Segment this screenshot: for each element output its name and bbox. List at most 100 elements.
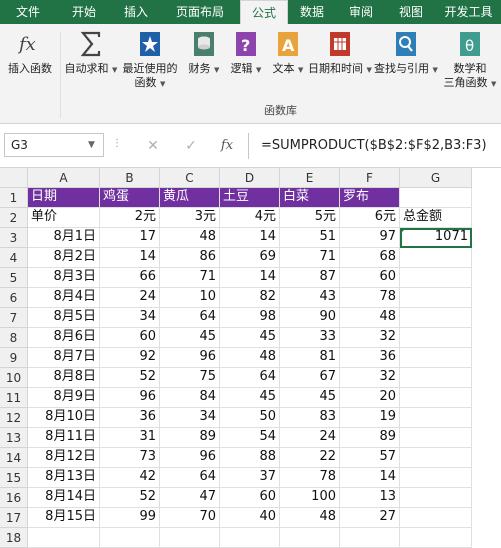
cell-f13[interactable]: 89 bbox=[340, 428, 400, 448]
date-time-button[interactable]: 日期和时间 ▼ bbox=[308, 30, 372, 102]
cell-b8[interactable]: 60 bbox=[100, 328, 160, 348]
tab-page-layout[interactable]: 页面布局 bbox=[160, 0, 240, 24]
cell-e17[interactable]: 48 bbox=[280, 508, 340, 528]
cell-e14[interactable]: 22 bbox=[280, 448, 340, 468]
row-header[interactable]: 15 bbox=[0, 468, 28, 488]
cell-g6[interactable] bbox=[400, 288, 472, 308]
row-header[interactable]: 18 bbox=[0, 528, 28, 548]
logical-button[interactable]: ? 逻辑 ▼ bbox=[226, 30, 266, 102]
cell-a13[interactable]: 8月11日 bbox=[28, 428, 100, 448]
row-header[interactable]: 16 bbox=[0, 488, 28, 508]
cell-d4[interactable]: 69 bbox=[220, 248, 280, 268]
cell-c11[interactable]: 84 bbox=[160, 388, 220, 408]
cell-g10[interactable] bbox=[400, 368, 472, 388]
cell-b1[interactable]: 鸡蛋 bbox=[100, 188, 160, 208]
cell-d11[interactable]: 45 bbox=[220, 388, 280, 408]
row-header[interactable]: 9 bbox=[0, 348, 28, 368]
row-header[interactable]: 12 bbox=[0, 408, 28, 428]
column-header-e[interactable]: E bbox=[280, 168, 340, 188]
column-header-d[interactable]: D bbox=[220, 168, 280, 188]
cell-c15[interactable]: 64 bbox=[160, 468, 220, 488]
row-header[interactable]: 4 bbox=[0, 248, 28, 268]
cell-b5[interactable]: 66 bbox=[100, 268, 160, 288]
row-header[interactable]: 17 bbox=[0, 508, 28, 528]
cell-a3[interactable]: 8月1日 bbox=[28, 228, 100, 248]
cell-g9[interactable] bbox=[400, 348, 472, 368]
cell-c9[interactable]: 96 bbox=[160, 348, 220, 368]
cell-d10[interactable]: 64 bbox=[220, 368, 280, 388]
cell-a11[interactable]: 8月9日 bbox=[28, 388, 100, 408]
cell-g1[interactable] bbox=[400, 188, 472, 208]
column-header-b[interactable]: B bbox=[100, 168, 160, 188]
cell-f7[interactable]: 48 bbox=[340, 308, 400, 328]
cell-a7[interactable]: 8月5日 bbox=[28, 308, 100, 328]
cancel-button[interactable]: ✕ bbox=[142, 136, 164, 156]
cell-c3[interactable]: 48 bbox=[160, 228, 220, 248]
cell-g4[interactable] bbox=[400, 248, 472, 268]
cell-f18[interactable] bbox=[340, 528, 400, 548]
row-header[interactable]: 10 bbox=[0, 368, 28, 388]
row-header[interactable]: 13 bbox=[0, 428, 28, 448]
cell-f17[interactable]: 27 bbox=[340, 508, 400, 528]
cell-f14[interactable]: 57 bbox=[340, 448, 400, 468]
cell-a15[interactable]: 8月13日 bbox=[28, 468, 100, 488]
cell-d5[interactable]: 14 bbox=[220, 268, 280, 288]
cell-f5[interactable]: 60 bbox=[340, 268, 400, 288]
cell-a12[interactable]: 8月10日 bbox=[28, 408, 100, 428]
cell-e2[interactable]: 5元 bbox=[280, 208, 340, 228]
cell-g2[interactable]: 总金额 bbox=[400, 208, 472, 228]
tab-file[interactable]: 文件 bbox=[0, 0, 56, 24]
cell-b14[interactable]: 73 bbox=[100, 448, 160, 468]
cell-b4[interactable]: 14 bbox=[100, 248, 160, 268]
cell-a8[interactable]: 8月6日 bbox=[28, 328, 100, 348]
cell-g16[interactable] bbox=[400, 488, 472, 508]
row-header[interactable]: 14 bbox=[0, 448, 28, 468]
cell-b18[interactable] bbox=[100, 528, 160, 548]
column-header-c[interactable]: C bbox=[160, 168, 220, 188]
cell-c12[interactable]: 34 bbox=[160, 408, 220, 428]
cell-e7[interactable]: 90 bbox=[280, 308, 340, 328]
cell-g12[interactable] bbox=[400, 408, 472, 428]
enter-button[interactable]: ✓ bbox=[180, 136, 202, 156]
cell-b17[interactable]: 99 bbox=[100, 508, 160, 528]
cell-d18[interactable] bbox=[220, 528, 280, 548]
cell-d3[interactable]: 14 bbox=[220, 228, 280, 248]
cell-c17[interactable]: 70 bbox=[160, 508, 220, 528]
cell-f10[interactable]: 32 bbox=[340, 368, 400, 388]
cell-e4[interactable]: 71 bbox=[280, 248, 340, 268]
cell-d17[interactable]: 40 bbox=[220, 508, 280, 528]
cell-b13[interactable]: 31 bbox=[100, 428, 160, 448]
cell-g15[interactable] bbox=[400, 468, 472, 488]
tab-view[interactable]: 视图 bbox=[386, 0, 436, 24]
row-header[interactable]: 1 bbox=[0, 188, 28, 208]
cell-c5[interactable]: 71 bbox=[160, 268, 220, 288]
cell-b16[interactable]: 52 bbox=[100, 488, 160, 508]
cell-e15[interactable]: 78 bbox=[280, 468, 340, 488]
cell-d14[interactable]: 88 bbox=[220, 448, 280, 468]
cell-g13[interactable] bbox=[400, 428, 472, 448]
row-header[interactable]: 2 bbox=[0, 208, 28, 228]
cell-a2[interactable]: 单价 bbox=[28, 208, 100, 228]
cell-d9[interactable]: 48 bbox=[220, 348, 280, 368]
chevron-down-icon[interactable]: ▼ bbox=[88, 133, 95, 157]
cell-c1[interactable]: 黄瓜 bbox=[160, 188, 220, 208]
cell-c16[interactable]: 47 bbox=[160, 488, 220, 508]
cell-g5[interactable] bbox=[400, 268, 472, 288]
text-button[interactable]: A 文本 ▼ bbox=[268, 30, 308, 102]
resize-handle-icon[interactable]: ⋮ bbox=[112, 138, 122, 149]
cell-c13[interactable]: 89 bbox=[160, 428, 220, 448]
column-header-f[interactable]: F bbox=[340, 168, 400, 188]
cell-f12[interactable]: 19 bbox=[340, 408, 400, 428]
insert-function-button[interactable]: fx 插入函数 bbox=[2, 30, 58, 102]
cell-f9[interactable]: 36 bbox=[340, 348, 400, 368]
cell-a17[interactable]: 8月15日 bbox=[28, 508, 100, 528]
cell-g8[interactable] bbox=[400, 328, 472, 348]
cell-f2[interactable]: 6元 bbox=[340, 208, 400, 228]
row-header[interactable]: 6 bbox=[0, 288, 28, 308]
cell-b15[interactable]: 42 bbox=[100, 468, 160, 488]
formula-input[interactable]: =SUMPRODUCT($B$2:$F$2,B3:F3) bbox=[248, 133, 501, 159]
cell-f6[interactable]: 78 bbox=[340, 288, 400, 308]
cell-b11[interactable]: 96 bbox=[100, 388, 160, 408]
cell-d12[interactable]: 50 bbox=[220, 408, 280, 428]
tab-insert[interactable]: 插入 bbox=[112, 0, 160, 24]
